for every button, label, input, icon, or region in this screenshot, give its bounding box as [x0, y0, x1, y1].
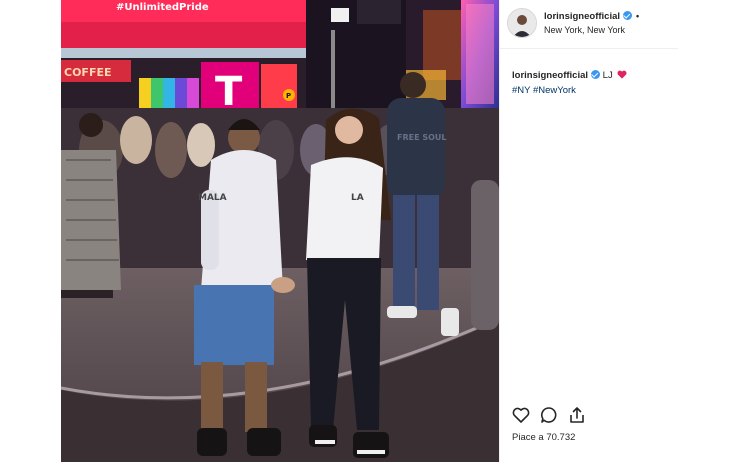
comment-button[interactable]: [539, 405, 559, 425]
heart-icon: [512, 407, 530, 423]
shirt-text: FREE SOUL: [397, 133, 447, 142]
post-header: lorinsigneofficial • New York, New York: [500, 0, 678, 49]
caption-username[interactable]: lorinsigneofficial: [512, 70, 588, 81]
header-username-row: lorinsigneofficial •: [544, 11, 639, 22]
caption-text: LJ: [602, 70, 613, 81]
post-caption: lorinsigneofficial LJ #NY #NewYork: [512, 68, 674, 98]
likes-count[interactable]: Piace a 70.732: [512, 432, 575, 443]
red-heart-emoji-icon: [617, 70, 627, 79]
hoodie-text-left: MALA: [198, 193, 227, 203]
share-icon: [570, 407, 584, 423]
like-button[interactable]: [511, 405, 531, 425]
verified-badge-icon: [623, 11, 633, 20]
caption-verified-badge-icon: [591, 70, 601, 79]
more-dot: •: [636, 11, 640, 21]
post-location[interactable]: New York, New York: [544, 25, 625, 35]
instagram-post: #UnlimitedPride COFFEE T P FREE SOUL MAL…: [61, 0, 678, 462]
store-sign: COFFEE: [64, 66, 111, 79]
hoodie-text-right: LA: [351, 193, 364, 203]
post-photo[interactable]: #UnlimitedPride COFFEE T P FREE SOUL MAL…: [61, 0, 499, 462]
comment-icon: [541, 407, 557, 423]
header-username[interactable]: lorinsigneofficial: [544, 11, 620, 22]
billboard-text: #UnlimitedPride: [116, 2, 209, 13]
caption-hashtags[interactable]: #NY #NewYork: [512, 83, 674, 98]
signal-letter: P: [286, 92, 291, 100]
post-side-panel: lorinsigneofficial • New York, New York l…: [499, 0, 678, 462]
avatar[interactable]: [507, 8, 537, 38]
caption-line: lorinsigneofficial LJ: [512, 68, 674, 83]
share-button[interactable]: [567, 405, 587, 425]
post-actions: [511, 405, 661, 425]
